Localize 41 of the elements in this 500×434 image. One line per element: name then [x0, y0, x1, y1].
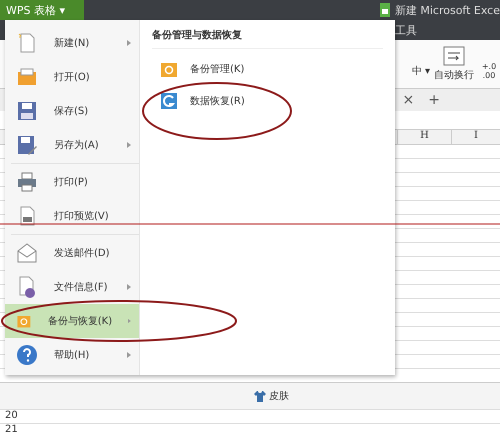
column-header: H [397, 130, 451, 144]
menu-item[interactable]: 新建(N) [5, 26, 139, 60]
refresh-icon [160, 92, 178, 110]
submenu-arrow-icon [127, 40, 131, 46]
row-number: 21 [4, 424, 18, 434]
menu-item[interactable]: 打印(P) [5, 165, 139, 199]
menu-item[interactable]: 帮助(H) [5, 338, 139, 372]
window-title: 新建 Microsoft Exce [394, 2, 500, 18]
menu-item[interactable]: 打印预览(V) [5, 199, 139, 233]
menu-item[interactable]: 另存为(A) [5, 128, 139, 162]
ribbon-tab[interactable]: 工具 [395, 20, 500, 40]
menu-item[interactable]: 保存(S) [5, 94, 139, 128]
decimal-button[interactable]: +.0 .00 [478, 62, 500, 80]
menu-item[interactable]: 备份与恢复(K) [5, 304, 139, 338]
add-tab-button[interactable]: + [428, 92, 440, 108]
merge-button[interactable]: 中 ▾ [412, 64, 430, 78]
skin-label[interactable]: 皮肤 [269, 389, 289, 403]
column-header: I [451, 130, 500, 144]
menu-item[interactable]: 文件信息(F) [5, 270, 139, 304]
help-icon [16, 344, 38, 366]
submenu-arrow-icon [127, 142, 131, 148]
wrap-text-button[interactable]: 自动换行 [434, 46, 474, 82]
printer-icon [16, 171, 38, 193]
menu-item[interactable]: 发送邮件(D) [5, 236, 139, 270]
spreadsheet-icon [378, 3, 391, 17]
submenu-arrow-icon [127, 352, 131, 358]
floppy-pen-icon [16, 134, 38, 156]
submenu-item[interactable]: 数据恢复(R) [152, 85, 383, 117]
submenu-item[interactable]: 备份管理(K) [152, 53, 383, 85]
close-tab-button[interactable]: × [402, 92, 414, 108]
submenu-arrow-icon [127, 284, 131, 290]
envelope-icon [16, 242, 38, 264]
submenu-title: 备份管理与数据恢复 [152, 28, 383, 49]
folder-icon [16, 66, 38, 88]
submenu-arrow-icon [128, 318, 131, 324]
menu-item[interactable]: 打开(O) [5, 60, 139, 94]
shirt-icon [254, 390, 266, 402]
wrap-text-icon [443, 46, 465, 66]
app-menu-button[interactable]: WPS 表格 ▾ [0, 0, 84, 20]
folder-icon [160, 60, 178, 78]
row-number: 20 [4, 410, 18, 421]
